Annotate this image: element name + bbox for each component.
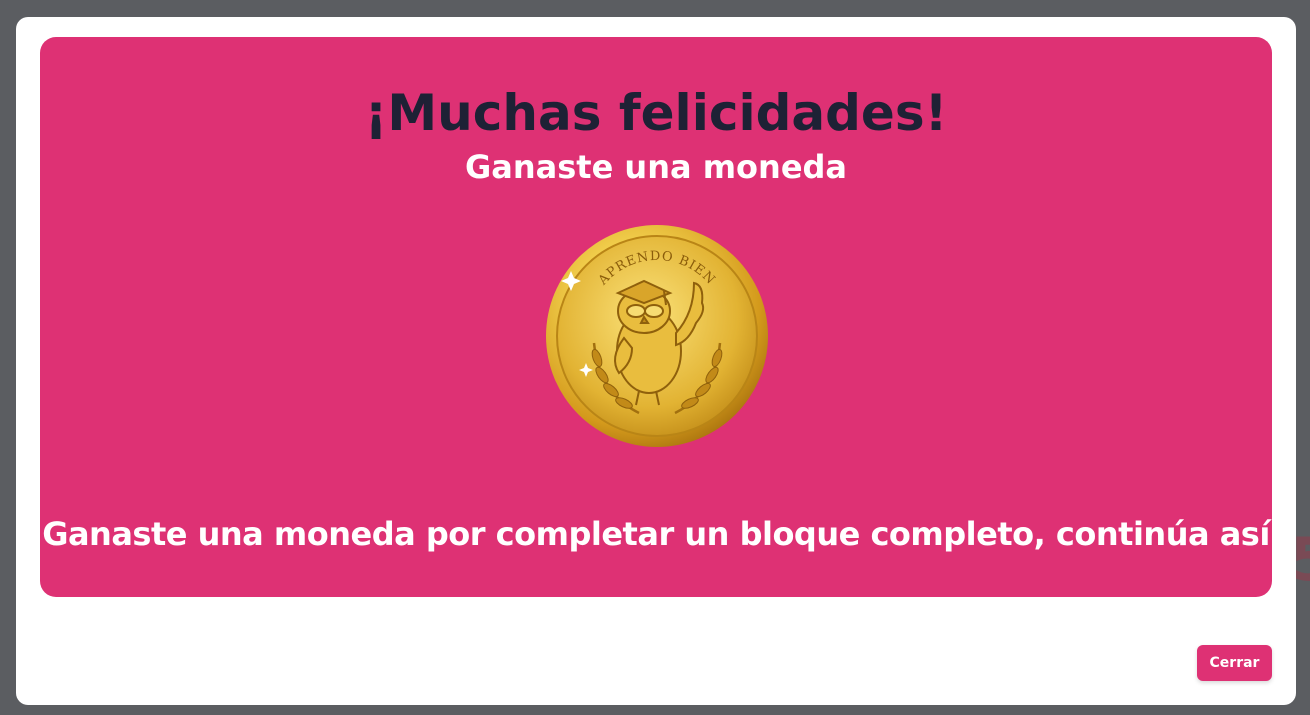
modal-subtitle: Ganaste una moneda: [464, 148, 848, 186]
reward-message: Ganaste una moneda por completar un bloq…: [42, 515, 1270, 553]
modal-title: ¡Muchas felicidades!: [364, 84, 948, 142]
owl-coin-icon: APRENDO BIEN: [544, 223, 770, 449]
reward-banner: ¡Muchas felicidades! Ganaste una moneda: [40, 37, 1272, 597]
close-button[interactable]: Cerrar: [1197, 645, 1272, 681]
reward-modal: ¡Muchas felicidades! Ganaste una moneda: [16, 17, 1296, 705]
